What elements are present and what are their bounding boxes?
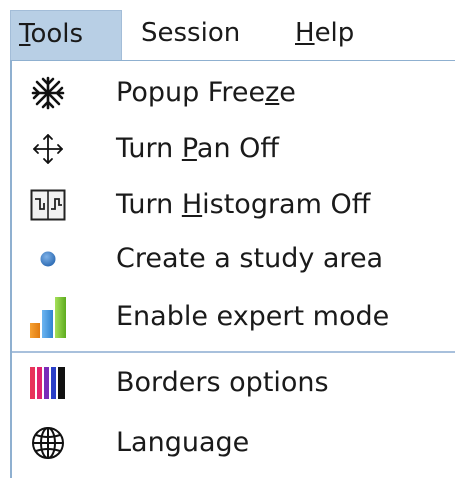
menu-item-create-study-area[interactable]: Create a study area bbox=[12, 231, 455, 287]
tools-dropdown-menu: Popup Freeze Turn Pan Off Turn Histogram… bbox=[10, 60, 455, 478]
menu-item-label: Turn Histogram Off bbox=[116, 189, 371, 220]
menu-item-label: Language bbox=[116, 427, 250, 458]
menu-item-turn-pan-off[interactable]: Turn Pan Off bbox=[12, 121, 455, 177]
menu-session[interactable]: Session bbox=[141, 10, 240, 60]
menu-help-rest: elp bbox=[314, 18, 355, 48]
color-stripes-icon bbox=[26, 363, 70, 403]
menu-item-label: Borders options bbox=[116, 367, 329, 398]
menu-item-language[interactable]: Language bbox=[12, 415, 455, 471]
menu-tools[interactable]: Tools bbox=[10, 10, 122, 60]
menu-item-borders-options[interactable]: Borders options bbox=[12, 355, 455, 411]
menu-separator bbox=[12, 351, 455, 353]
snowflake-icon bbox=[26, 73, 70, 113]
menu-item-label: Popup Freeze bbox=[116, 77, 296, 108]
menu-bar: Tools Session Help bbox=[0, 0, 455, 62]
blue-dot-icon bbox=[26, 239, 70, 279]
menu-item-turn-histogram-off[interactable]: Turn Histogram Off bbox=[12, 177, 455, 233]
pan-arrows-icon bbox=[26, 129, 70, 169]
menu-item-label: Create a study area bbox=[116, 243, 384, 274]
bar-chart-icon bbox=[26, 297, 70, 338]
menu-tools-rest: ools bbox=[30, 19, 84, 49]
menu-tools-mnemonic: T bbox=[19, 19, 31, 49]
menu-help-mnemonic: H bbox=[295, 18, 315, 48]
menu-help[interactable]: Help bbox=[295, 10, 354, 60]
menu-item-label: Turn Pan Off bbox=[116, 133, 280, 164]
menu-item-popup-freeze[interactable]: Popup Freeze bbox=[12, 65, 455, 121]
menu-item-label: Enable expert mode bbox=[116, 301, 390, 332]
globe-icon bbox=[26, 423, 70, 463]
menu-item-enable-expert-mode[interactable]: Enable expert mode bbox=[12, 289, 455, 345]
histogram-icon bbox=[26, 185, 70, 225]
